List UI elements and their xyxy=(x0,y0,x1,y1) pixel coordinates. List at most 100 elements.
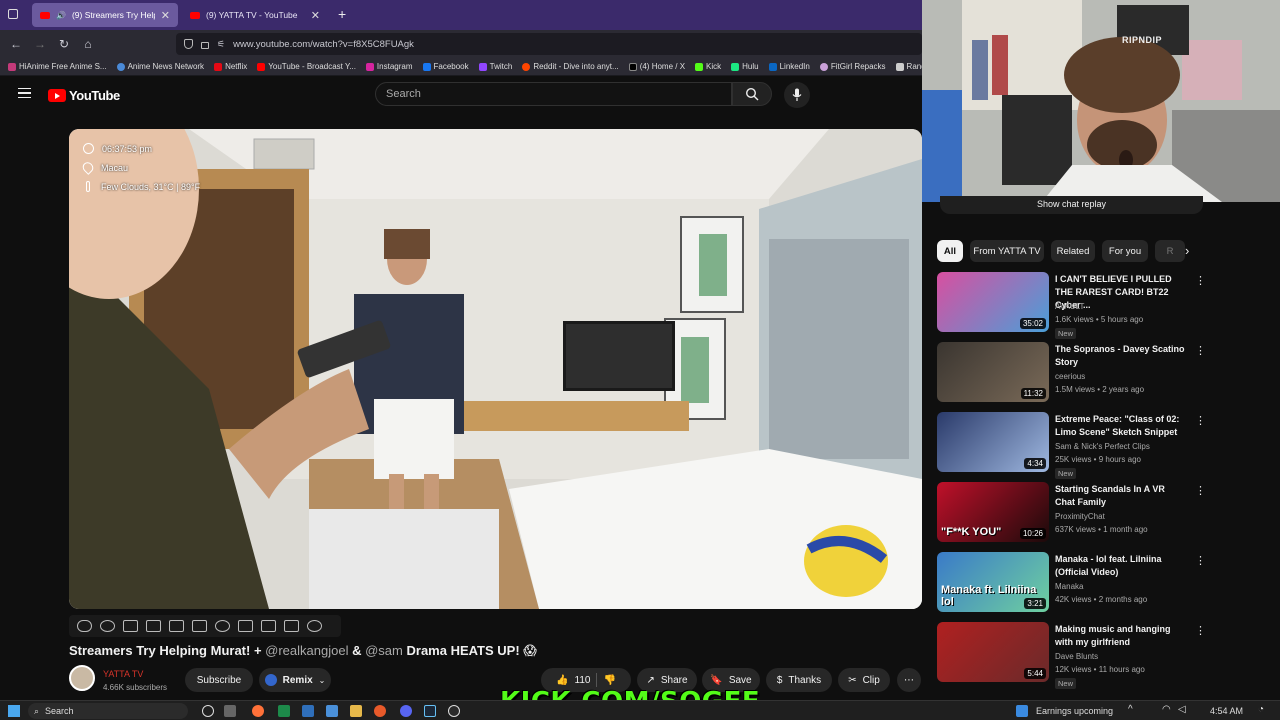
bookmark-item[interactable]: Instagram xyxy=(365,62,413,71)
tab-list-icon[interactable] xyxy=(8,9,18,19)
recommendation-channel[interactable]: ceerious xyxy=(1055,372,1085,381)
video-thumbnail[interactable]: 4:34 xyxy=(937,412,1049,472)
more-vertical-icon[interactable]: ⋮ xyxy=(1195,624,1206,637)
mention-link[interactable]: @realkangjoel xyxy=(265,643,348,658)
bookmark-item[interactable]: FitGirl Repacks xyxy=(819,62,886,71)
notification-bell-icon[interactable]: ◔ xyxy=(1258,704,1264,715)
add-icon[interactable] xyxy=(238,620,253,632)
bookmark-item[interactable]: Twitch xyxy=(478,62,512,71)
keyboard-icon[interactable] xyxy=(284,620,299,632)
chip-for-you[interactable]: For you xyxy=(1102,240,1148,262)
app-icon[interactable] xyxy=(374,705,386,717)
video-thumbnail[interactable]: 35:02 xyxy=(937,272,1049,332)
recommendation-channel[interactable]: Manaka xyxy=(1055,582,1083,591)
bookmark-item[interactable]: YouTube - Broadcast Y... xyxy=(257,62,356,71)
recommendation-channel[interactable]: ProximityChat xyxy=(1055,512,1105,521)
recommendation-title[interactable]: Making music and hanging with my girlfri… xyxy=(1055,623,1185,649)
search-input[interactable]: Search xyxy=(375,82,732,106)
recommendation-item[interactable]: Manaka ft. Lilniina lol 3:21 Manaka - lol … xyxy=(937,552,1207,616)
remix-button[interactable]: Remix ⌄ xyxy=(259,668,331,692)
tray-chevron-icon[interactable]: ^ xyxy=(1128,704,1133,715)
like-button[interactable]: 👍 110 xyxy=(556,675,590,686)
bookmark-item[interactable]: Facebook xyxy=(422,62,469,71)
recommendation-item[interactable]: 11:32 The Sopranos - Davey Scatino Story c… xyxy=(937,342,1207,406)
chip-more[interactable]: R xyxy=(1155,240,1185,262)
clip-button[interactable]: ✂ Clip xyxy=(838,668,890,692)
bookmark-item[interactable]: Netflix xyxy=(214,62,247,71)
excel-icon[interactable] xyxy=(278,705,290,717)
bookmark-item[interactable]: Hulu xyxy=(731,62,759,71)
taskbar-clock[interactable]: 4:54 AM xyxy=(1210,706,1243,716)
new-tab-button[interactable]: + xyxy=(338,6,346,22)
widgets-icon[interactable] xyxy=(224,705,236,717)
bookmark-item[interactable]: LinkedIn xyxy=(768,62,810,71)
mention-link[interactable]: @sam xyxy=(365,643,403,658)
forward-arrow-icon[interactable]: → xyxy=(28,37,52,51)
camera-icon[interactable] xyxy=(123,620,138,632)
recommendation-item[interactable]: 5:44 Making music and hanging with my gir… xyxy=(937,622,1207,689)
folder-icon[interactable] xyxy=(350,705,362,717)
screenshot-icon[interactable] xyxy=(261,620,276,632)
more-vertical-icon[interactable]: ⋮ xyxy=(1195,554,1206,567)
thumbs-down-icon[interactable]: 👎 xyxy=(603,675,615,686)
close-icon[interactable]: ✕ xyxy=(311,9,320,22)
taskbar-search[interactable]: ⌕ Search xyxy=(28,703,188,719)
audio-icon[interactable] xyxy=(100,620,115,632)
tab-current-video[interactable]: 🔊 (9) Streamers Try Helping M ✕ xyxy=(32,3,178,27)
chips-next-chevron-icon[interactable]: › xyxy=(1185,243,1189,258)
more-vertical-icon[interactable]: ⋮ xyxy=(1195,344,1206,357)
recommendation-title[interactable]: The Sopranos - Davey Scatino Story xyxy=(1055,343,1185,369)
settings-gear-icon[interactable] xyxy=(307,620,322,632)
subscribe-button[interactable]: Subscribe xyxy=(185,668,253,692)
speed-icon[interactable] xyxy=(215,620,230,632)
volume-icon[interactable]: ◁ xyxy=(1178,704,1186,715)
app-icon[interactable] xyxy=(302,705,314,717)
app-icon[interactable] xyxy=(326,705,338,717)
recommendation-title[interactable]: Manaka - lol feat. Lilniina (Official Vi… xyxy=(1055,553,1185,579)
discord-icon[interactable] xyxy=(400,705,412,717)
chip-from-channel[interactable]: From YATTA TV xyxy=(970,240,1044,262)
chip-all[interactable]: All xyxy=(937,240,963,262)
picture-in-picture-icon[interactable] xyxy=(169,620,184,632)
playlist-icon[interactable] xyxy=(192,620,207,632)
bookmark-item[interactable]: Kick xyxy=(695,62,721,71)
taskview-icon[interactable] xyxy=(202,705,214,717)
more-vertical-icon[interactable]: ⋮ xyxy=(1195,484,1206,497)
show-chat-replay-button[interactable]: Show chat replay xyxy=(940,196,1203,214)
recommendation-channel[interactable]: AVAULT xyxy=(1055,302,1084,311)
bookmark-item[interactable]: HiAnime Free Anime S... xyxy=(8,62,107,71)
recommendation-channel[interactable]: Dave Blunts xyxy=(1055,652,1098,661)
voice-search-button[interactable] xyxy=(784,82,810,108)
loop-icon[interactable] xyxy=(77,620,92,632)
wifi-icon[interactable]: ◠ xyxy=(1162,704,1171,715)
url-bar[interactable]: ⚟ www.youtube.com/watch?v=f8X5C8FUAgk xyxy=(176,33,922,55)
bookmark-item[interactable]: Rand xyxy=(895,62,922,71)
taskbar-news[interactable]: Earnings upcoming xyxy=(1036,706,1113,716)
close-icon[interactable]: ✕ xyxy=(161,9,170,22)
channel-avatar[interactable] xyxy=(69,665,95,691)
youtube-logo[interactable]: YouTube xyxy=(48,88,120,103)
recommendation-title[interactable]: Starting Scandals In A VR Chat Family xyxy=(1055,483,1185,509)
recommendation-item[interactable]: 4:34 Extreme Peace: "Class of 02: Limo Sc… xyxy=(937,412,1207,479)
home-icon[interactable]: ⌂ xyxy=(76,37,100,51)
more-actions-button[interactable]: ⋯ xyxy=(897,668,921,692)
firefox-icon[interactable] xyxy=(252,705,264,717)
video-thumbnail[interactable]: Manaka ft. Lilniina lol 3:21 xyxy=(937,552,1049,612)
video-thumbnail[interactable]: "F**K YOU" 10:26 xyxy=(937,482,1049,542)
recommendation-item[interactable]: "F**K YOU" 10:26 Starting Scandals In A VR… xyxy=(937,482,1207,546)
chip-related[interactable]: Related xyxy=(1051,240,1095,262)
hamburger-menu-icon[interactable] xyxy=(18,88,31,98)
obs-icon[interactable] xyxy=(448,705,460,717)
recommendation-channel[interactable]: Sam & Nick's Perfect Clips xyxy=(1055,442,1150,451)
news-icon[interactable] xyxy=(1016,705,1028,717)
reload-icon[interactable]: ↻ xyxy=(52,37,76,51)
more-vertical-icon[interactable]: ⋮ xyxy=(1195,274,1206,287)
video-thumbnail[interactable]: 11:32 xyxy=(937,342,1049,402)
search-button[interactable] xyxy=(732,82,772,106)
video-thumbnail[interactable]: 5:44 xyxy=(937,622,1049,682)
bookmark-item[interactable]: Anime News Network xyxy=(116,62,204,71)
bookmark-item[interactable]: (4) Home / X xyxy=(628,62,685,71)
steam-icon[interactable] xyxy=(424,705,436,717)
recommendation-item[interactable]: 35:02 I CAN'T BELIEVE I PULLED THE RAREST… xyxy=(937,272,1207,339)
recommendation-title[interactable]: Extreme Peace: "Class of 02: Limo Scene"… xyxy=(1055,413,1185,439)
